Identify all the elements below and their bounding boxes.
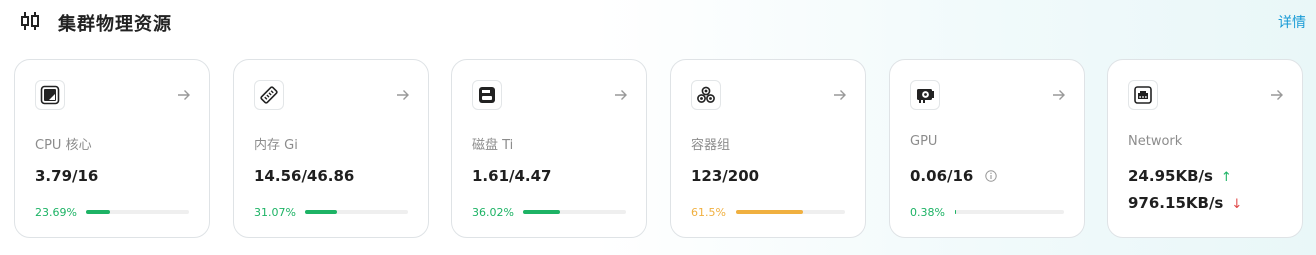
pods-card[interactable]: 容器组 123/200 61.5% (670, 59, 866, 238)
upload-rate-row: 24.95KB/s ↑ (1128, 167, 1232, 185)
usage-bar-fill (86, 210, 111, 214)
section-title: 集群物理资源 (58, 14, 172, 35)
arrow-right-icon[interactable] (1052, 88, 1066, 102)
card-label: GPU (910, 134, 938, 149)
usage-bar (523, 210, 626, 214)
card-label: 磁盘 Ti (472, 138, 514, 153)
card-value: 3.79/16 (35, 167, 99, 185)
usage-bar-fill (305, 210, 337, 214)
arrow-right-icon[interactable] (614, 88, 628, 102)
card-value: 0.06/16 (910, 167, 974, 185)
download-rate: 976.15KB/s (1128, 194, 1224, 212)
card-label: Network (1128, 134, 1183, 149)
info-icon[interactable] (984, 170, 997, 182)
card-label: 内存 Gi (254, 138, 298, 153)
card-value: 123/200 (691, 167, 760, 185)
gpu-card-icon (910, 80, 940, 110)
network-card[interactable]: Network 24.95KB/s ↑ 976.15KB/s ↓ (1107, 59, 1303, 238)
upload-rate: 24.95KB/s (1128, 167, 1213, 185)
card-label: 容器组 (691, 138, 731, 153)
cpu-card[interactable]: CPU 核心 3.79/16 23.69% (14, 59, 210, 238)
arrow-right-icon[interactable] (396, 88, 410, 102)
arrow-up-icon: ↑ (1220, 170, 1232, 185)
section-header: 集群物理资源 详情 (0, 0, 1316, 44)
usage-percent: 23.69% (35, 206, 77, 219)
usage-percent: 61.5% (691, 206, 726, 219)
card-value: 14.56/46.86 (254, 167, 355, 185)
usage-percent: 36.02% (472, 206, 514, 219)
card-value: 1.61/4.47 (472, 167, 552, 185)
arrow-right-icon[interactable] (177, 88, 191, 102)
usage-percent: 0.38% (910, 206, 945, 219)
details-link[interactable]: 详情 (1278, 12, 1306, 32)
cpu-chip-icon (35, 80, 65, 110)
gpu-card[interactable]: GPU 0.06/16 0.38% (889, 59, 1085, 238)
card-value-wrapper: 0.06/16 (910, 167, 997, 185)
arrow-right-icon[interactable] (833, 88, 847, 102)
download-rate-row: 976.15KB/s ↓ (1128, 194, 1242, 212)
usage-bar (305, 210, 408, 214)
usage-bar-fill (736, 210, 804, 214)
candlestick-icon (21, 12, 39, 30)
arrow-down-icon: ↓ (1231, 197, 1243, 212)
usage-percent: 31.07% (254, 206, 296, 219)
arrow-right-icon[interactable] (1270, 88, 1284, 102)
usage-bar (736, 210, 845, 214)
memory-card[interactable]: 内存 Gi 14.56/46.86 31.07% (233, 59, 429, 238)
pod-group-icon (691, 80, 721, 110)
usage-bar-fill (523, 210, 561, 214)
usage-bar (86, 210, 189, 214)
disk-card[interactable]: 磁盘 Ti 1.61/4.47 36.02% (451, 59, 647, 238)
hard-disk-icon (472, 80, 502, 110)
usage-bar (955, 210, 1064, 214)
usage-bar-fill (955, 210, 956, 214)
memory-stick-icon (254, 80, 284, 110)
network-port-icon (1128, 80, 1158, 110)
card-label: CPU 核心 (35, 138, 92, 153)
